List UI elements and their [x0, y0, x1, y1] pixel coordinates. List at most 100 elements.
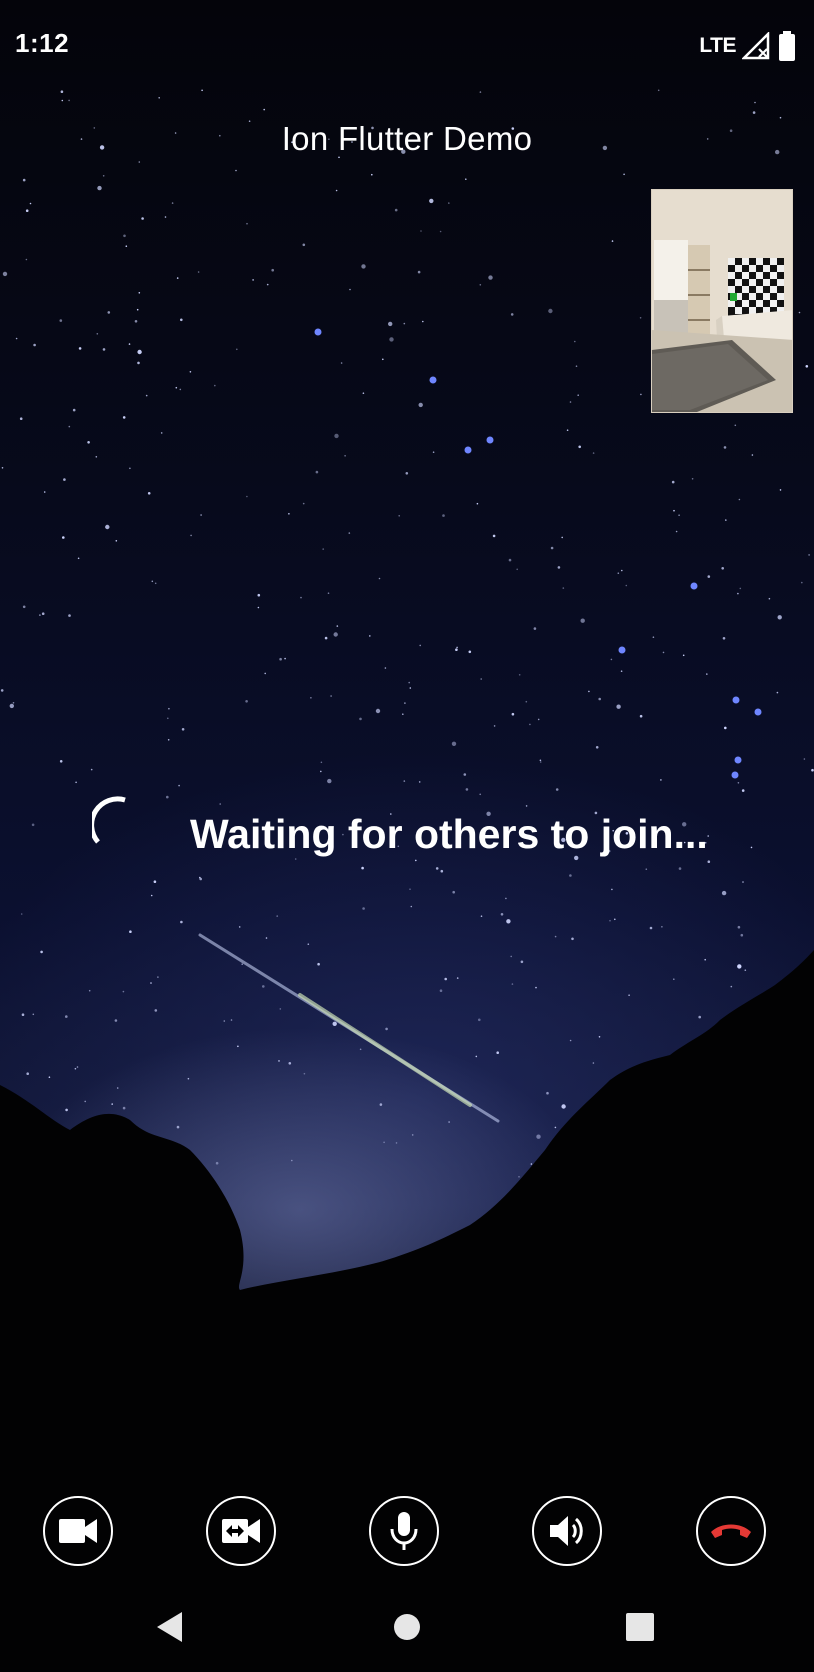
star	[403, 322, 406, 325]
star	[548, 308, 553, 314]
star	[115, 540, 118, 542]
star	[569, 874, 572, 877]
hang-up-button[interactable]	[696, 1496, 766, 1566]
star	[114, 1019, 118, 1022]
video-camera-icon	[59, 1519, 97, 1543]
home-button[interactable]	[390, 1592, 424, 1662]
status-bar: 1:12 LTE	[0, 0, 814, 90]
star	[610, 658, 613, 661]
star	[723, 446, 727, 449]
star	[65, 1108, 68, 1112]
star	[398, 515, 401, 517]
star	[801, 581, 803, 584]
star	[451, 741, 457, 746]
back-button[interactable]	[150, 1592, 190, 1662]
star	[415, 859, 417, 862]
star	[246, 222, 248, 225]
star	[158, 97, 160, 99]
star	[378, 577, 381, 580]
recents-button[interactable]	[624, 1592, 656, 1662]
star	[691, 478, 694, 480]
bright-star	[734, 756, 742, 764]
star	[180, 318, 183, 322]
speaker-button[interactable]	[532, 1496, 602, 1566]
star	[479, 91, 482, 93]
status-time: 1:12	[15, 28, 70, 58]
star	[33, 343, 36, 347]
bright-star	[429, 376, 437, 384]
star	[777, 615, 782, 620]
star	[721, 890, 727, 896]
microphone-icon	[390, 1512, 418, 1550]
star	[60, 90, 64, 93]
video-camera-button[interactable]	[43, 1496, 113, 1566]
star	[2, 271, 8, 277]
star	[349, 288, 351, 291]
signal-icon	[742, 32, 770, 60]
star	[592, 1062, 595, 1064]
star	[518, 674, 521, 676]
star	[219, 803, 221, 805]
star	[440, 869, 444, 873]
star	[577, 394, 579, 397]
star	[456, 646, 458, 649]
star	[476, 502, 479, 505]
star	[382, 358, 384, 361]
star	[639, 714, 643, 718]
star	[463, 773, 467, 776]
star	[496, 1051, 500, 1054]
star	[779, 116, 782, 119]
star	[128, 343, 131, 345]
star	[138, 161, 141, 163]
hang-up-icon	[711, 1524, 751, 1538]
call-controls	[0, 1496, 814, 1568]
star	[21, 1013, 25, 1016]
star	[403, 780, 406, 782]
star	[137, 361, 140, 365]
star	[340, 362, 343, 364]
switch-camera-button[interactable]	[206, 1496, 276, 1566]
star	[739, 587, 742, 590]
star	[25, 258, 28, 261]
star	[147, 492, 151, 495]
star	[479, 793, 482, 796]
star	[751, 454, 754, 456]
microphone-button[interactable]	[369, 1496, 439, 1566]
star	[168, 707, 170, 710]
star	[803, 758, 806, 760]
star	[707, 860, 711, 863]
star	[698, 1015, 701, 1019]
star	[465, 788, 469, 791]
star	[230, 1019, 233, 1021]
star	[805, 365, 809, 368]
star	[628, 994, 630, 996]
star	[578, 445, 581, 449]
star	[176, 1125, 180, 1129]
star	[623, 173, 625, 176]
star	[533, 627, 537, 630]
star	[122, 416, 126, 419]
star	[180, 920, 183, 924]
star	[409, 687, 412, 689]
star	[639, 317, 642, 319]
star	[660, 779, 662, 781]
star	[59, 760, 63, 763]
star	[62, 536, 65, 539]
star	[0, 689, 4, 692]
star	[510, 313, 514, 316]
star	[535, 986, 537, 989]
star	[310, 697, 312, 699]
star	[97, 185, 102, 191]
star	[141, 217, 144, 220]
star	[505, 897, 507, 900]
star	[178, 784, 180, 787]
star	[475, 1055, 478, 1058]
star	[75, 781, 77, 784]
star	[611, 240, 614, 242]
star	[750, 846, 753, 849]
local-video-preview[interactable]	[651, 189, 793, 413]
star	[721, 567, 724, 570]
home-icon	[394, 1614, 420, 1640]
star	[734, 424, 737, 427]
star	[245, 700, 248, 703]
